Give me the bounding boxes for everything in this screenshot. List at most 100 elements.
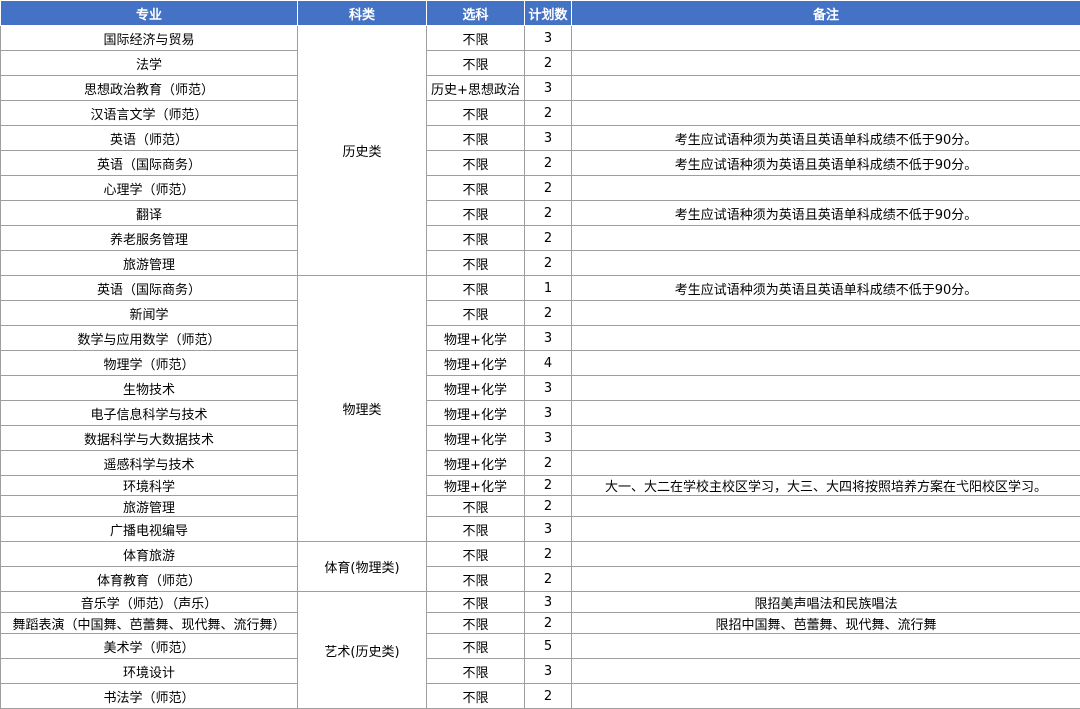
header-category: 科类	[298, 1, 427, 26]
plan-count-cell: 1	[525, 276, 572, 301]
plan-count-cell: 2	[525, 201, 572, 226]
plan-count-cell: 2	[525, 151, 572, 176]
table-row: 国际经济与贸易历史类不限3	[1, 26, 1080, 51]
category-cell: 历史类	[298, 26, 427, 276]
remark-cell: 限招美声唱法和民族唱法	[572, 592, 1080, 613]
header-row: 专业 科类 选科 计划数 备注	[1, 1, 1080, 26]
major-cell: 数据科学与大数据技术	[1, 426, 298, 451]
plan-count-cell: 3	[525, 517, 572, 542]
major-cell: 法学	[1, 51, 298, 76]
table-row: 旅游管理不限2	[1, 251, 1080, 276]
major-cell: 心理学（师范）	[1, 176, 298, 201]
header-remark: 备注	[572, 1, 1080, 26]
subject-cell: 物理+化学	[427, 376, 525, 401]
subject-cell: 历史+思想政治	[427, 76, 525, 101]
subject-cell: 不限	[427, 517, 525, 542]
subject-cell: 物理+化学	[427, 451, 525, 476]
plan-count-cell: 3	[525, 592, 572, 613]
remark-cell	[572, 51, 1080, 76]
table-row: 英语（国际商务）物理类不限1考生应试语种须为英语且英语单科成绩不低于90分。	[1, 276, 1080, 301]
remark-cell: 限招中国舞、芭蕾舞、现代舞、流行舞	[572, 613, 1080, 634]
table-row: 体育教育（师范）不限2	[1, 567, 1080, 592]
major-cell: 广播电视编导	[1, 517, 298, 542]
remark-cell	[572, 226, 1080, 251]
subject-cell: 不限	[427, 276, 525, 301]
remark-cell: 考生应试语种须为英语且英语单科成绩不低于90分。	[572, 201, 1080, 226]
major-cell: 环境设计	[1, 659, 298, 684]
subject-cell: 物理+化学	[427, 326, 525, 351]
subject-cell: 不限	[427, 151, 525, 176]
plan-count-cell: 2	[525, 613, 572, 634]
header-subject: 选科	[427, 1, 525, 26]
remark-cell	[572, 101, 1080, 126]
table-row: 美术学（师范）不限5	[1, 634, 1080, 659]
major-cell: 翻译	[1, 201, 298, 226]
subject-cell: 不限	[427, 51, 525, 76]
plan-count-cell: 3	[525, 376, 572, 401]
major-cell: 美术学（师范）	[1, 634, 298, 659]
subject-cell: 不限	[427, 634, 525, 659]
enrollment-plan-table: 专业 科类 选科 计划数 备注 国际经济与贸易历史类不限3法学不限2思想政治教育…	[0, 0, 1080, 709]
remark-cell	[572, 684, 1080, 709]
plan-count-cell: 3	[525, 401, 572, 426]
plan-count-cell: 4	[525, 351, 572, 376]
table-row: 舞蹈表演（中国舞、芭蕾舞、现代舞、流行舞）不限2限招中国舞、芭蕾舞、现代舞、流行…	[1, 613, 1080, 634]
subject-cell: 不限	[427, 251, 525, 276]
subject-cell: 不限	[427, 542, 525, 567]
category-cell: 艺术(历史类)	[298, 592, 427, 709]
plan-count-cell: 2	[525, 226, 572, 251]
remark-cell	[572, 496, 1080, 517]
plan-count-cell: 2	[525, 684, 572, 709]
major-cell: 新闻学	[1, 301, 298, 326]
plan-count-cell: 2	[525, 476, 572, 496]
plan-count-cell: 2	[525, 496, 572, 517]
plan-count-cell: 3	[525, 76, 572, 101]
major-cell: 生物技术	[1, 376, 298, 401]
table-row: 数据科学与大数据技术物理+化学3	[1, 426, 1080, 451]
remark-cell	[572, 634, 1080, 659]
major-cell: 思想政治教育（师范）	[1, 76, 298, 101]
plan-count-cell: 3	[525, 26, 572, 51]
major-cell: 音乐学（师范）（声乐）	[1, 592, 298, 613]
subject-cell: 不限	[427, 26, 525, 51]
major-cell: 汉语言文学（师范）	[1, 101, 298, 126]
subject-cell: 不限	[427, 567, 525, 592]
table-row: 旅游管理不限2	[1, 496, 1080, 517]
major-cell: 英语（国际商务）	[1, 276, 298, 301]
remark-cell	[572, 542, 1080, 567]
major-cell: 舞蹈表演（中国舞、芭蕾舞、现代舞、流行舞）	[1, 613, 298, 634]
major-cell: 旅游管理	[1, 496, 298, 517]
table-row: 物理学（师范）物理+化学4	[1, 351, 1080, 376]
table-row: 英语（国际商务）不限2考生应试语种须为英语且英语单科成绩不低于90分。	[1, 151, 1080, 176]
remark-cell	[572, 401, 1080, 426]
header-plan: 计划数	[525, 1, 572, 26]
table-row: 法学不限2	[1, 51, 1080, 76]
table-row: 体育旅游体育(物理类)不限2	[1, 542, 1080, 567]
plan-count-cell: 3	[525, 326, 572, 351]
table-row: 环境设计 不限3	[1, 659, 1080, 684]
plan-count-cell: 2	[525, 251, 572, 276]
subject-cell: 不限	[427, 659, 525, 684]
subject-cell: 物理+化学	[427, 401, 525, 426]
major-cell: 环境科学	[1, 476, 298, 496]
major-cell: 书法学（师范）	[1, 684, 298, 709]
plan-count-cell: 2	[525, 301, 572, 326]
major-cell: 国际经济与贸易	[1, 26, 298, 51]
table-row: 音乐学（师范）（声乐）艺术(历史类)不限3限招美声唱法和民族唱法	[1, 592, 1080, 613]
subject-cell: 不限	[427, 176, 525, 201]
subject-cell: 物理+化学	[427, 476, 525, 496]
subject-cell: 不限	[427, 101, 525, 126]
subject-cell: 不限	[427, 126, 525, 151]
table-row: 广播电视编导 不限3	[1, 517, 1080, 542]
major-cell: 体育旅游	[1, 542, 298, 567]
remark-cell	[572, 426, 1080, 451]
category-cell: 物理类	[298, 276, 427, 542]
plan-count-cell: 3	[525, 659, 572, 684]
table-row: 遥感科学与技术物理+化学2	[1, 451, 1080, 476]
table-row: 英语（师范）不限3考生应试语种须为英语且英语单科成绩不低于90分。	[1, 126, 1080, 151]
plan-count-cell: 2	[525, 542, 572, 567]
remark-cell	[572, 376, 1080, 401]
subject-cell: 不限	[427, 684, 525, 709]
table-row: 书法学（师范） 不限2	[1, 684, 1080, 709]
remark-cell: 考生应试语种须为英语且英语单科成绩不低于90分。	[572, 126, 1080, 151]
